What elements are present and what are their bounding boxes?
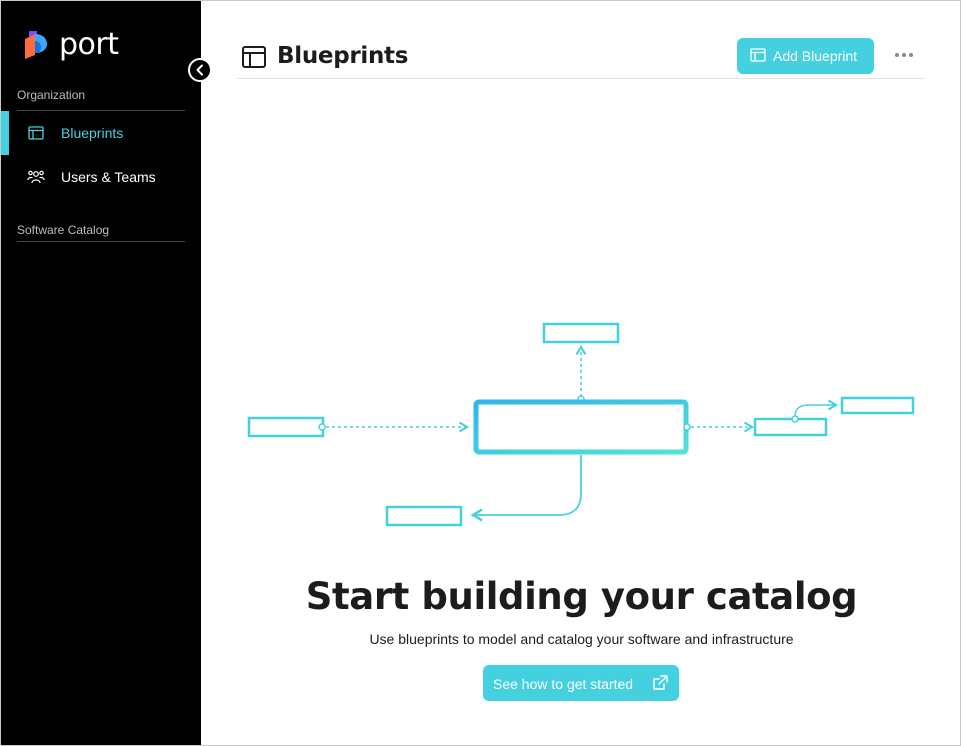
sidebar-item-label: Blueprints (61, 125, 124, 141)
chevron-left-icon (196, 64, 203, 76)
more-options-button[interactable] (893, 47, 915, 63)
more-horizontal-icon (895, 53, 899, 57)
page-title: Blueprints (277, 43, 409, 69)
get-started-button[interactable]: See how to get started (483, 665, 679, 701)
blueprint-diagram-illustration (247, 322, 915, 527)
app-name: port (59, 27, 119, 62)
port-logo-icon (25, 31, 47, 59)
port-logo[interactable]: port (23, 29, 119, 61)
section-label-organization: Organization (17, 88, 86, 102)
empty-state-title: Start building your catalog (305, 575, 858, 618)
sidebar-collapse-button[interactable] (188, 58, 212, 82)
sidebar-item-users-teams[interactable]: Users & Teams (1, 155, 201, 199)
sidebar: port Organization Blueprints Users & Tea… (1, 1, 201, 745)
add-blueprint-button[interactable]: Add Blueprint (737, 38, 874, 74)
section-divider (17, 241, 185, 242)
app-window: port Organization Blueprints Users & Tea… (0, 0, 961, 746)
empty-state-subtitle: Use blueprints to model and catalog your… (369, 631, 794, 647)
blueprint-icon (750, 48, 766, 65)
add-blueprint-label: Add Blueprint (773, 48, 858, 64)
external-link-icon (651, 674, 669, 695)
sidebar-item-blueprints[interactable]: Blueprints (1, 111, 201, 155)
section-label-software-catalog: Software Catalog (17, 223, 110, 237)
blueprint-icon (27, 124, 45, 142)
get-started-label: See how to get started (493, 676, 634, 692)
main-content: Blueprints Add Blueprint Start building … (201, 1, 960, 745)
users-teams-icon (27, 168, 45, 186)
blueprint-icon (241, 45, 267, 74)
page-header: Blueprints Add Blueprint (237, 38, 925, 79)
sidebar-item-label: Users & Teams (61, 169, 156, 185)
